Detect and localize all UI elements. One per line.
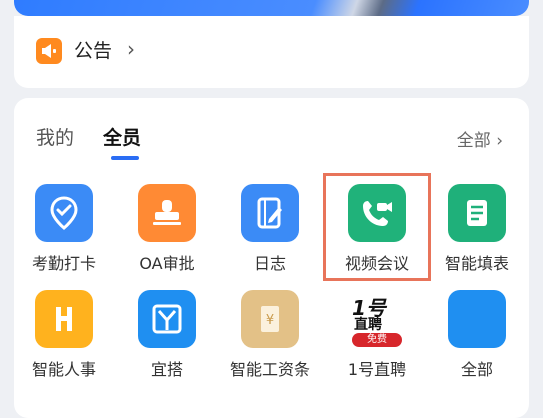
app-label: 全部: [460, 360, 493, 379]
app-yida[interactable]: 宜搭: [117, 290, 217, 380]
app-all[interactable]: 全部: [427, 290, 527, 380]
active-tab-indicator: [111, 156, 139, 160]
app-label: 智能填表: [444, 254, 509, 273]
app-label: 日志: [253, 254, 286, 273]
hiring-logo-icon: 1号 直聘 免费: [348, 290, 406, 348]
all-apps-icon: [448, 290, 506, 348]
app-smart-form[interactable]: 智能填表: [427, 184, 527, 274]
notebook-pen-icon: [241, 184, 299, 242]
tab-mine[interactable]: 我的: [36, 123, 74, 150]
app-label: 考勤打卡: [31, 254, 96, 273]
app-payslip[interactable]: ¥ 智能工资条: [220, 290, 320, 380]
location-check-icon: [35, 184, 93, 242]
selection-highlight: [323, 173, 431, 281]
app-label: 1号直聘: [347, 360, 407, 379]
app-hiring[interactable]: 1号 直聘 免费 1号直聘: [327, 290, 427, 380]
svg-text:¥: ¥: [266, 313, 274, 328]
app-label: OA审批: [139, 254, 195, 273]
all-apps-link[interactable]: 全部 ›: [457, 126, 503, 151]
hr-h-icon: [35, 290, 93, 348]
logo-text: 直聘: [354, 317, 382, 333]
app-label: 智能人事: [31, 360, 96, 379]
notice-card[interactable]: 公告 ›: [14, 16, 529, 88]
app-attendance[interactable]: 考勤打卡: [14, 184, 114, 274]
app-smart-hr[interactable]: 智能人事: [14, 290, 114, 380]
chevron-right-icon: ›: [127, 37, 135, 61]
payslip-icon: ¥: [241, 290, 299, 348]
app-oa-approval[interactable]: OA审批: [117, 184, 217, 274]
app-label: 智能工资条: [229, 360, 310, 379]
megaphone-icon: [36, 38, 62, 64]
form-icon: [448, 184, 506, 242]
notice-label: 公告: [74, 40, 113, 62]
free-badge: 免费: [352, 333, 402, 347]
top-banner[interactable]: [14, 0, 529, 16]
stamp-icon: [138, 184, 196, 242]
app-label: 宜搭: [150, 360, 183, 379]
app-journal[interactable]: 日志: [220, 184, 320, 274]
tab-all[interactable]: 全员: [103, 123, 141, 150]
yida-icon: [138, 290, 196, 348]
